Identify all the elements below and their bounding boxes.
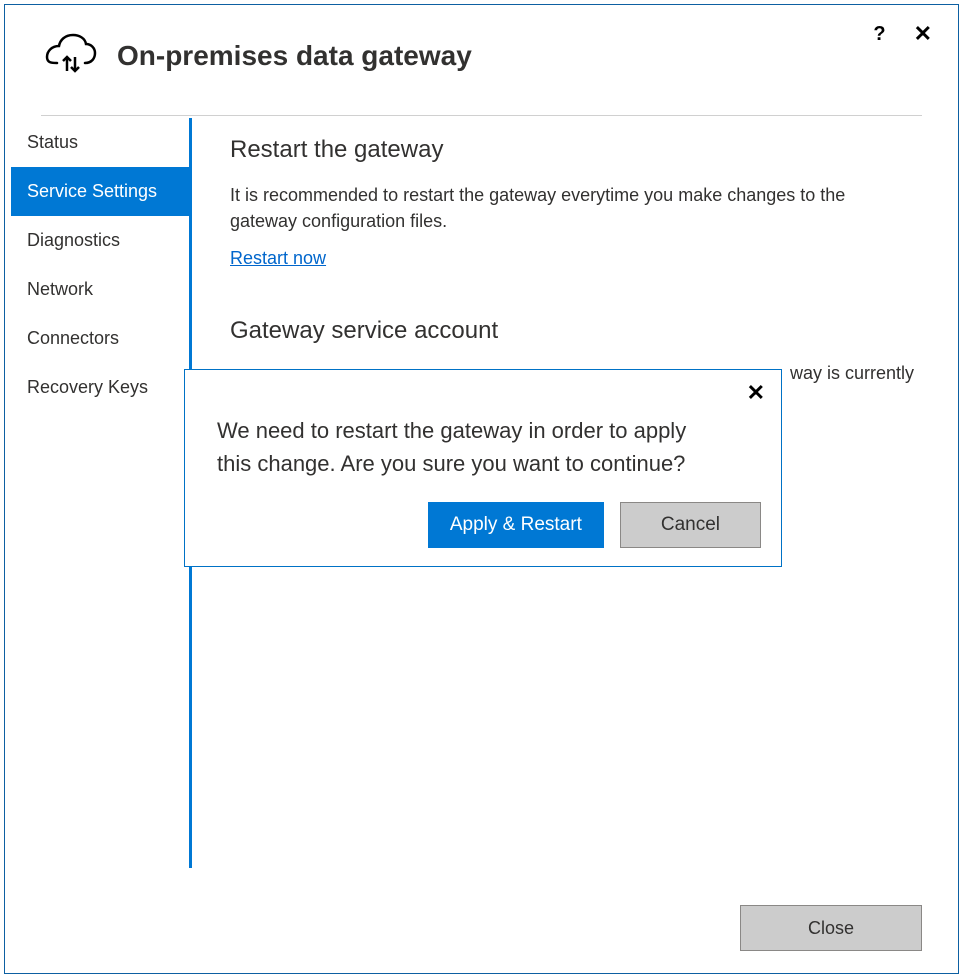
header-divider: [41, 115, 922, 116]
titlebar-buttons: ? ✕: [869, 19, 936, 49]
sidebar: Status Service Settings Diagnostics Netw…: [11, 118, 189, 973]
app-title: On-premises data gateway: [117, 40, 472, 72]
title-section: On-premises data gateway: [45, 19, 869, 78]
help-button[interactable]: ?: [869, 20, 889, 48]
service-account-title: Gateway service account: [230, 317, 914, 345]
confirm-restart-dialog: ✕ We need to restart the gateway in orde…: [184, 369, 782, 567]
restart-now-link[interactable]: Restart now: [230, 248, 326, 269]
apply-restart-button[interactable]: Apply & Restart: [428, 502, 604, 548]
restart-section-desc: It is recommended to restart the gateway…: [230, 182, 914, 234]
cloud-gateway-icon: [45, 33, 97, 78]
sidebar-item-diagnostics[interactable]: Diagnostics: [11, 216, 189, 265]
sidebar-item-network[interactable]: Network: [11, 265, 189, 314]
restart-section-title: Restart the gateway: [230, 136, 914, 164]
window-close-button[interactable]: ✕: [910, 19, 936, 49]
dialog-close-button[interactable]: ✕: [747, 382, 765, 404]
sidebar-item-connectors[interactable]: Connectors: [11, 314, 189, 363]
titlebar: On-premises data gateway ? ✕: [5, 5, 958, 115]
close-button[interactable]: Close: [740, 905, 922, 951]
sidebar-item-service-settings[interactable]: Service Settings: [11, 167, 189, 216]
dialog-message: We need to restart the gateway in order …: [217, 414, 761, 480]
dialog-buttons: Apply & Restart Cancel: [217, 502, 761, 548]
close-icon: ✕: [747, 380, 765, 405]
sidebar-item-recovery-keys[interactable]: Recovery Keys: [11, 363, 189, 412]
footer: Close: [740, 905, 922, 951]
cancel-button[interactable]: Cancel: [620, 502, 761, 548]
sidebar-item-status[interactable]: Status: [11, 118, 189, 167]
